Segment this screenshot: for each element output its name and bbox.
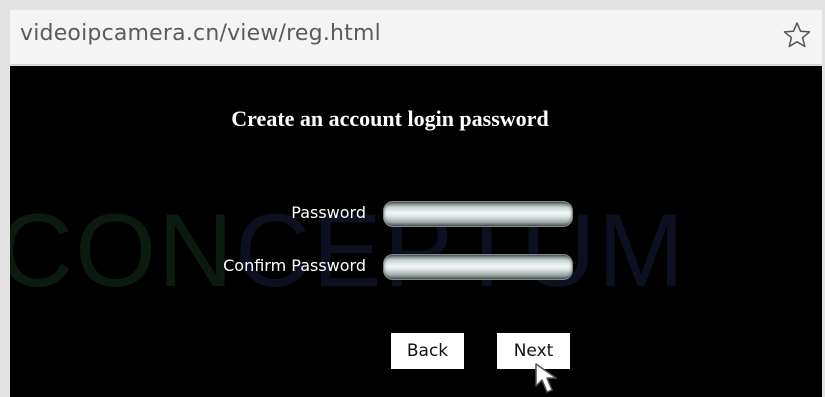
page-content: CONCEPTUM Create an account login passwo…: [10, 66, 822, 397]
password-label: Password: [291, 203, 366, 222]
page-title: Create an account login password: [231, 106, 549, 131]
url-text[interactable]: videoipcamera.cn/view/reg.html: [20, 21, 381, 46]
confirm-password-label: Confirm Password: [223, 256, 366, 275]
star-outline-icon[interactable]: [782, 20, 812, 50]
browser-window: videoipcamera.cn/view/reg.html CONCEPTUM…: [0, 0, 825, 397]
watermark-part-a: CON: [10, 193, 236, 309]
back-button[interactable]: Back: [391, 333, 464, 369]
password-input[interactable]: [383, 201, 573, 227]
address-bar[interactable]: videoipcamera.cn/view/reg.html: [10, 10, 822, 65]
mouse-pointer-icon: [535, 363, 557, 393]
confirm-password-input[interactable]: [383, 254, 573, 280]
